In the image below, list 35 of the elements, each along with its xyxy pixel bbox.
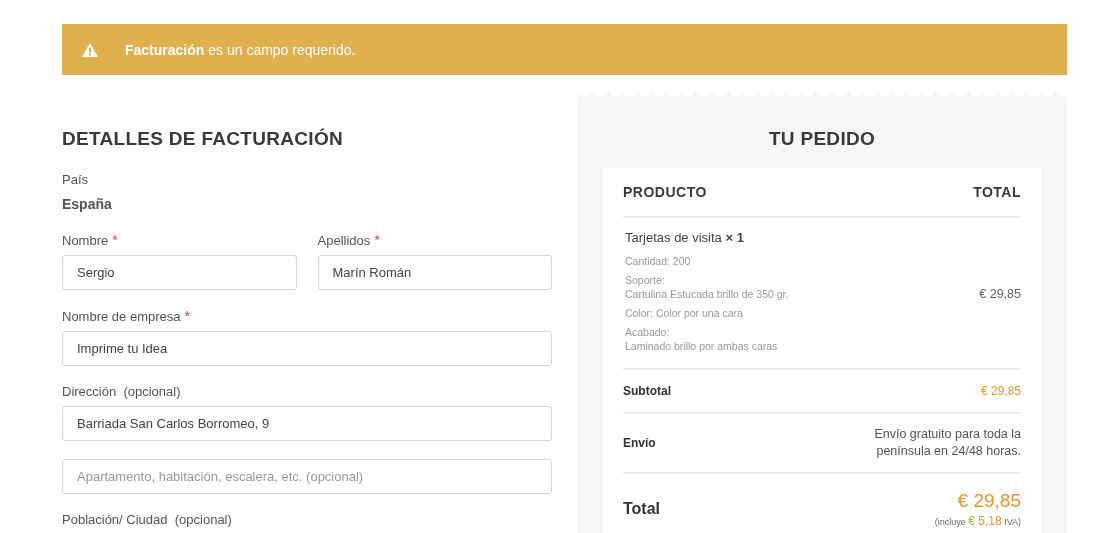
product-name: Tarjetas de visita — [625, 230, 722, 245]
shipping-note: Envío gratuito para toda la península en 24/48 horas. — [873, 426, 1021, 460]
product-quantity: × 1 — [725, 230, 744, 245]
total-label: Total — [623, 500, 661, 519]
product-option: Cantidad: 200 — [625, 254, 789, 269]
field-label: Dirección (opcional) — [62, 384, 181, 399]
product-option: Color: Color por una cara — [625, 306, 789, 321]
column-header: TOTAL — [973, 184, 1021, 200]
section-title: TU PEDIDO — [767, 128, 877, 150]
subtotal-value: € 29,85 — [980, 384, 1021, 399]
alert-message: Facturación es un campo requerido. — [125, 41, 356, 58]
warning-icon — [82, 42, 98, 57]
shipping-label: Envío — [623, 436, 656, 451]
required-mark: * — [112, 232, 118, 248]
field-label: País — [62, 172, 89, 187]
product-option: Soporte: Cartulina Estucada brillo de 350 gr. — [625, 272, 789, 303]
section-title: DETALLES DE FACTURACIÓN — [62, 128, 344, 150]
input-field[interactable]: Barriada San Carlos Borromeo, 9 — [62, 406, 552, 441]
field-label: Población/ Ciudad (opcional) — [62, 512, 232, 527]
field-label: Nombre de empresa — [62, 309, 181, 324]
input-field[interactable]: Apartamento, habitación, escalera, etc. (opcional) — [62, 459, 552, 494]
input-field[interactable]: Imprime tu Idea — [62, 331, 552, 366]
total-value: € 29,85 — [957, 490, 1021, 513]
product-price: € 29,85 — [979, 287, 1021, 302]
column-header: PRODUCTO — [623, 184, 707, 200]
required-mark: * — [374, 232, 380, 248]
country-value: España — [62, 196, 113, 212]
required-mark: * — [184, 308, 190, 324]
subtotal-label: Subtotal — [623, 384, 671, 399]
field-label: Nombre — [62, 233, 109, 248]
input-field[interactable]: Sergio — [62, 255, 297, 290]
field-label: Apellidos — [317, 233, 371, 248]
input-field[interactable]: Marín Román — [317, 255, 552, 290]
tax-note: (incluye € 5,18 IVA) — [934, 514, 1021, 529]
product-option: Acabado: Laminado brillo por ambas caras — [625, 324, 789, 355]
